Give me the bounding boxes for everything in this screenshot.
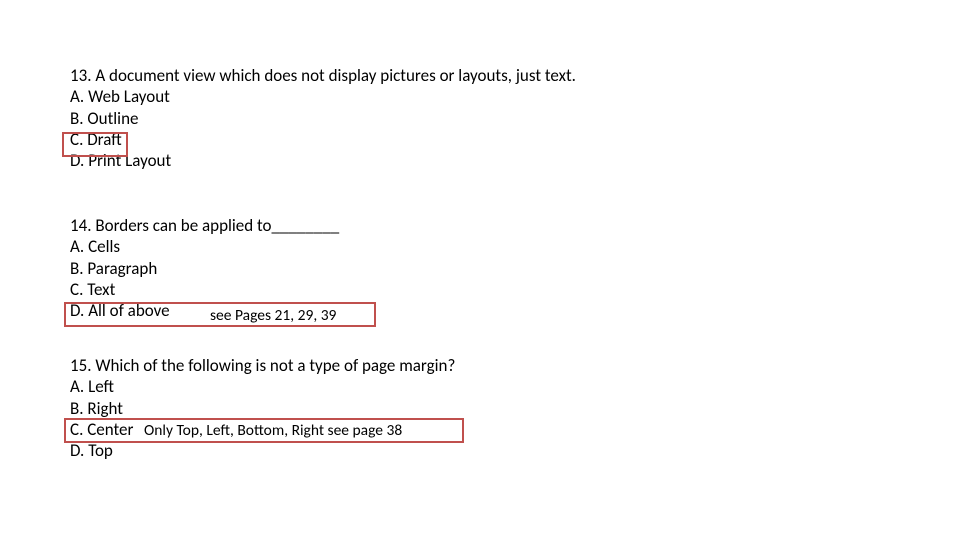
q15-question: 15. Which of the following is not a type…	[70, 355, 455, 376]
q14-note: see Pages 21, 29, 39	[210, 306, 336, 325]
q15-option-a: A. Left	[70, 376, 455, 397]
question-13-block: 13. A document view which does not displ…	[70, 65, 576, 171]
q13-option-b: B. Outline	[70, 108, 576, 129]
q14-option-a: A. Cells	[70, 236, 339, 257]
q15-option-b: B. Right	[70, 398, 455, 419]
q13-option-a: A. Web Layout	[70, 86, 576, 107]
q14-option-c: C. Text	[70, 279, 339, 300]
q14-option-b: B. Paragraph	[70, 258, 339, 279]
q13-option-c: C. Draft	[70, 129, 576, 150]
q14-question: 14. Borders can be applied to________	[70, 215, 339, 236]
q13-option-d: D. Print Layout	[70, 150, 576, 171]
q13-question: 13. A document view which does not displ…	[70, 65, 576, 86]
q15-note: Only Top, Left, Bottom, Right see page 3…	[144, 421, 402, 440]
q15-option-d: D. Top	[70, 440, 455, 461]
quiz-page: 13. A document view which does not displ…	[0, 0, 960, 540]
question-15-block: 15. Which of the following is not a type…	[70, 355, 455, 461]
